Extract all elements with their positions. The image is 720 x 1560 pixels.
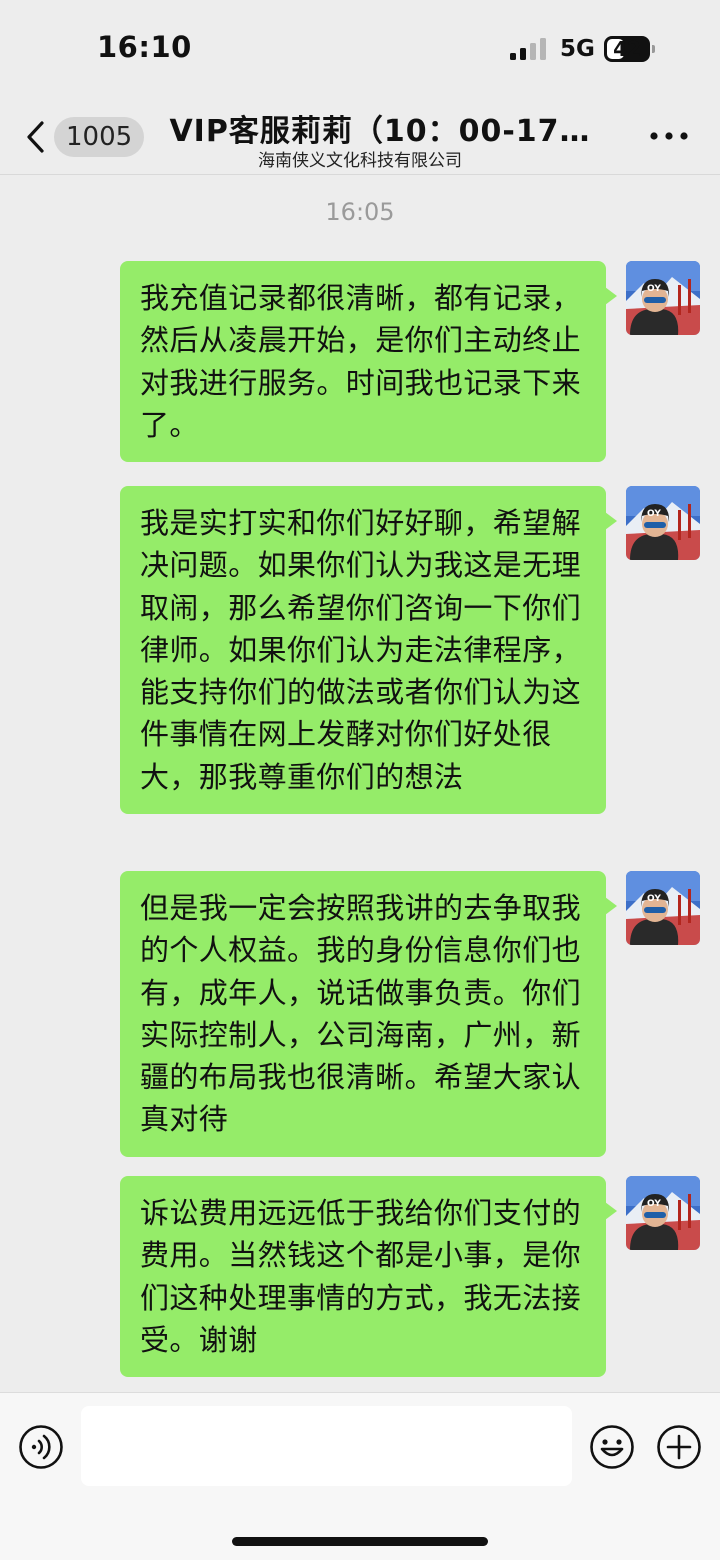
message-bubble[interactable]: 我是实打实和你们好好聊，希望解决问题。如果你们认为我这是无理取闹，那么希望你们咨… xyxy=(120,486,617,815)
svg-text:OY: OY xyxy=(647,894,661,904)
battery-percent: 42 xyxy=(613,37,641,61)
message-bubble[interactable]: 但是我一定会按照我讲的去争取我的个人权益。我的身份信息你们也有，成年人，说话做事… xyxy=(120,871,617,1157)
message-input[interactable] xyxy=(81,1406,572,1486)
svg-text:OY: OY xyxy=(647,509,661,519)
message-bubble[interactable]: 诉讼费用远远低于我给你们支付的费用。当然钱这个都是小事，是你们这种处理事情的方式… xyxy=(120,1176,617,1378)
emoji-icon[interactable] xyxy=(589,1424,635,1470)
cellular-signal-icon xyxy=(510,38,546,60)
plus-icon[interactable] xyxy=(656,1424,702,1470)
battery-icon: 42 xyxy=(604,36,656,62)
chat-header: 16:10 5G 42 1005 VIP客服莉莉（10：00-17… 海南侠义文… xyxy=(0,0,720,175)
user-avatar[interactable]: OY xyxy=(626,486,700,560)
user-avatar[interactable]: OY xyxy=(626,871,700,945)
svg-text:OY: OY xyxy=(647,284,661,294)
svg-text:OY: OY xyxy=(647,1199,661,1209)
back-chevron-icon[interactable] xyxy=(24,120,48,154)
chat-title: VIP客服莉莉（10：00-17… xyxy=(169,114,591,149)
message-bubble[interactable]: 我充值记录都很清晰，都有记录，然后从凌晨开始，是你们主动终止对我进行服务。时间我… xyxy=(120,261,617,463)
home-indicator[interactable] xyxy=(232,1537,488,1546)
user-avatar[interactable]: OY xyxy=(626,261,700,335)
user-avatar[interactable]: OY xyxy=(626,1176,700,1250)
more-options-icon[interactable] xyxy=(648,126,690,146)
voice-input-icon[interactable] xyxy=(18,1424,64,1470)
status-time: 16:10 xyxy=(97,30,192,64)
unread-count-badge[interactable]: 1005 xyxy=(54,117,145,157)
message-timestamp: 16:05 xyxy=(325,198,395,226)
network-type: 5G xyxy=(560,36,595,62)
chat-subtitle: 海南侠义文化科技有限公司 xyxy=(258,151,462,171)
